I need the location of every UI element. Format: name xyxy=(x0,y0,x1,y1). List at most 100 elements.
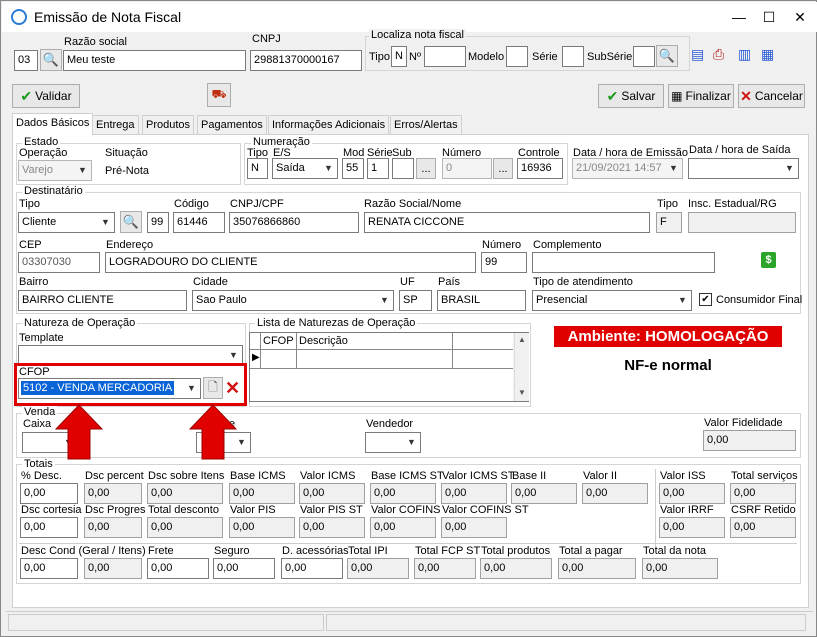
totais-row2-field[interactable]: 0,00 xyxy=(147,517,223,538)
totais-row1-field[interactable]: 0,00 xyxy=(84,483,142,504)
cnpj-cpf-field[interactable]: 35076866860 xyxy=(229,212,359,233)
totais-row1-field[interactable]: 0,00 xyxy=(511,483,577,504)
totais-row3-field[interactable]: 0,00 xyxy=(558,558,636,579)
totais-row1-field[interactable]: 0,00 xyxy=(730,483,796,504)
totais-row3-field[interactable]: 0,00 xyxy=(281,558,343,579)
totais-row3-field[interactable]: 0,00 xyxy=(480,558,552,579)
consumidor-final-checkbox[interactable]: ✔ xyxy=(699,293,712,306)
ie-field[interactable] xyxy=(688,212,796,233)
col-descricao-header[interactable]: Descrição xyxy=(299,335,348,347)
localiza-subserie-field[interactable] xyxy=(633,46,655,67)
report-icon[interactable]: ▥ xyxy=(738,46,751,63)
totais-row2-field[interactable]: 0,00 xyxy=(84,517,142,538)
grid-scrollbar[interactable]: ▲ ▼ xyxy=(514,333,529,401)
salvar-button[interactable]: ✔ Salvar xyxy=(598,84,664,108)
close-button[interactable]: ✕ xyxy=(785,3,815,31)
pais-field[interactable]: BRASIL xyxy=(437,290,526,311)
cep-field[interactable]: 03307030 xyxy=(18,252,100,273)
totais-row2-field[interactable]: 0,00 xyxy=(730,517,796,538)
cnpj-field[interactable]: 29881370000167 xyxy=(250,50,362,71)
totais-row1-field[interactable]: 0,00 xyxy=(147,483,223,504)
totais-row3-field[interactable]: 0,00 xyxy=(642,558,718,579)
sub-field[interactable] xyxy=(392,158,414,179)
dest-tipo-select[interactable]: Cliente ▼ xyxy=(18,212,115,233)
vendedor-select[interactable]: ▼ xyxy=(365,432,421,453)
dest-tipo2-field[interactable]: F xyxy=(656,212,682,233)
controle-field[interactable]: 16936 xyxy=(517,158,563,179)
localiza-numero-field[interactable] xyxy=(424,46,466,67)
razao-nome-field[interactable]: RENATA CICCONE xyxy=(364,212,650,233)
tab-informacoes-adicionais[interactable]: Informações Adicionais xyxy=(268,115,390,134)
totais-row3-field[interactable]: 0,00 xyxy=(20,558,78,579)
col-cfop-header[interactable]: CFOP xyxy=(263,335,294,347)
tab-dados-basicos[interactable]: Dados Básicos xyxy=(12,113,94,135)
totais-row3-field[interactable]: 0,00 xyxy=(213,558,275,579)
totais-row2-field[interactable]: 0,00 xyxy=(229,517,295,538)
truck-button[interactable]: ⛟ xyxy=(207,83,231,107)
totais-row1-field[interactable]: 0,00 xyxy=(299,483,365,504)
mod-field[interactable]: 55 xyxy=(342,158,364,179)
totais-row3-field[interactable]: 0,00 xyxy=(414,558,476,579)
finalizar-button[interactable]: ▦ Finalizar xyxy=(668,84,734,108)
new-document-button[interactable]: 🗋 xyxy=(203,377,223,399)
tab-pagamentos[interactable]: Pagamentos xyxy=(197,115,267,134)
localiza-search-button[interactable]: 🔍 xyxy=(656,45,678,67)
tab-entrega[interactable]: Entrega xyxy=(92,115,139,134)
endereco-field[interactable]: LOGRADOURO DO CLIENTE xyxy=(105,252,476,273)
totais-row3-field[interactable]: 0,00 xyxy=(147,558,209,579)
naturezas-grid[interactable]: CFOP Descrição ▶ ▲ ▼ xyxy=(249,332,529,402)
printer-icon[interactable]: ⎙ xyxy=(713,46,724,63)
totais-row2-field[interactable]: 0,00 xyxy=(299,517,365,538)
razao-social-field[interactable]: Meu teste xyxy=(63,50,246,71)
totais-row2-field[interactable]: 0,00 xyxy=(20,517,78,538)
num-numero-field[interactable]: 0 xyxy=(442,158,492,179)
company-code-field[interactable]: 03 xyxy=(14,50,38,71)
data-emissao-field[interactable]: 21/09/2021 14:57 ▼ xyxy=(572,158,683,179)
numero-lookup-button[interactable]: ... xyxy=(493,158,513,179)
totais-row1-field[interactable]: 0,00 xyxy=(20,483,78,504)
cidade-select[interactable]: Sao Paulo ▼ xyxy=(192,290,394,311)
dest-prefix-field[interactable]: 99 xyxy=(147,212,169,233)
codigo-field[interactable]: 61446 xyxy=(173,212,225,233)
uf-field[interactable]: SP xyxy=(399,290,432,311)
dest-numero-field[interactable]: 99 xyxy=(481,252,527,273)
operacao-select[interactable]: Varejo ▼ xyxy=(18,160,92,181)
dest-search-button[interactable]: 🔍 xyxy=(120,211,142,233)
bairro-field[interactable]: BAIRRO CLIENTE xyxy=(18,290,187,311)
totais-row1-field[interactable]: 0,00 xyxy=(370,483,436,504)
data-saida-field[interactable]: ▼ xyxy=(688,158,799,179)
localiza-serie-field[interactable] xyxy=(562,46,584,67)
localiza-modelo-field[interactable] xyxy=(506,46,528,67)
totais-row2-field[interactable]: 0,00 xyxy=(659,517,725,538)
totais-row1-field[interactable]: 0,00 xyxy=(582,483,648,504)
serie-lookup-button[interactable]: ... xyxy=(416,158,436,179)
num-serie-field[interactable]: 1 xyxy=(367,158,389,179)
atendimento-select[interactable]: Presencial ▼ xyxy=(532,290,692,311)
complemento-field[interactable] xyxy=(532,252,715,273)
maximize-button[interactable]: ☐ xyxy=(754,3,784,31)
delete-icon[interactable]: ✕ xyxy=(225,377,240,399)
totais-row1-field[interactable]: 0,00 xyxy=(441,483,507,504)
totais-row3-field[interactable]: 0,00 xyxy=(347,558,409,579)
cancelar-button[interactable]: ✕ Cancelar xyxy=(738,84,805,108)
search-company-button[interactable]: 🔍 xyxy=(40,49,62,71)
tab-produtos[interactable]: Produtos xyxy=(142,115,195,134)
tab-erros-alertas[interactable]: Erros/Alertas xyxy=(390,115,462,134)
totais-row3-field[interactable]: 0,00 xyxy=(84,558,142,579)
scroll-up-icon[interactable]: ▲ xyxy=(518,335,526,344)
totais-row1-field[interactable]: 0,00 xyxy=(659,483,725,504)
document-list-icon[interactable]: ▤ xyxy=(691,46,704,63)
totais-row2-field[interactable]: 0,00 xyxy=(370,517,436,538)
num-tipo-field[interactable]: N xyxy=(247,158,268,179)
localiza-tipo-field[interactable]: N xyxy=(391,46,407,67)
grid-icon[interactable]: ▦ xyxy=(761,46,774,63)
totais-row1-field[interactable]: 0,00 xyxy=(229,483,295,504)
minimize-button[interactable]: — xyxy=(724,3,754,31)
dollar-icon[interactable]: $ xyxy=(761,252,776,268)
cfop-select[interactable]: 5102 - VENDA MERCADORIA ▼ xyxy=(18,378,201,399)
es-select[interactable]: Saída ▼ xyxy=(272,158,338,179)
scroll-down-icon[interactable]: ▼ xyxy=(518,388,526,397)
validar-button[interactable]: ✔ Validar xyxy=(12,84,80,108)
totais-row2-field[interactable]: 0,00 xyxy=(441,517,507,538)
fidelidade-field[interactable]: 0,00 xyxy=(703,430,796,451)
